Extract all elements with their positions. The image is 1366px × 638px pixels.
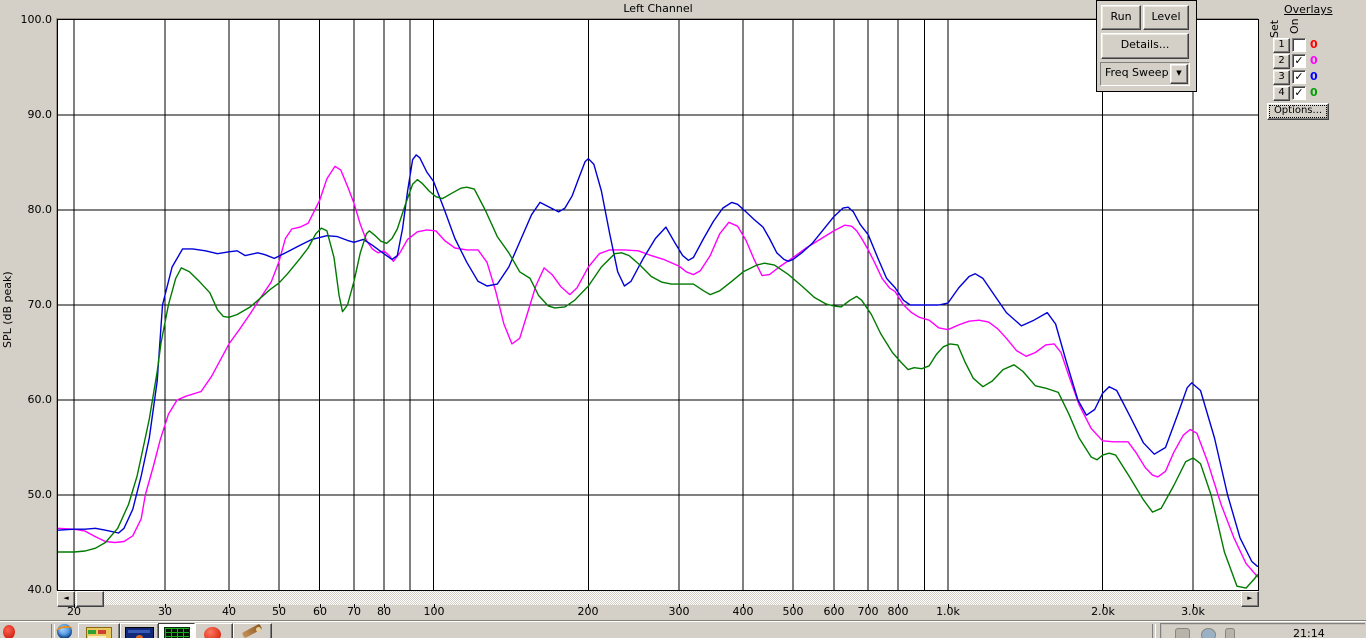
y-tick-label: 60.0 <box>27 393 53 406</box>
overlay-on-checkbox-1[interactable] <box>1292 38 1306 52</box>
red-app-icon[interactable] <box>3 625 15 638</box>
rta-grid-icon <box>164 627 190 638</box>
taskbar: 21:14 <box>0 620 1366 638</box>
overlays-set-column-label: Set <box>1268 19 1281 38</box>
x-tick-label: 700 <box>857 605 879 618</box>
overlay-on-checkbox-4[interactable]: ✓ <box>1292 86 1306 100</box>
overlay-set-button-2[interactable]: 2 <box>1273 54 1290 69</box>
x-tick-label: 3.0k <box>1181 605 1205 618</box>
overlay-value-1: 0 <box>1310 38 1318 51</box>
y-tick-label: 70.0 <box>27 298 53 311</box>
folder-icon <box>86 627 112 638</box>
ie-swoosh <box>55 624 74 637</box>
y-tick-label: 40.0 <box>27 583 53 596</box>
overlay-value-2: 0 <box>1310 54 1318 67</box>
x-tick-label: 400 <box>732 605 754 618</box>
x-tick-label: 80 <box>377 605 391 618</box>
ie-globe-icon[interactable] <box>55 624 74 638</box>
tray-separator <box>1152 624 1156 638</box>
dropdown-arrow-button[interactable]: ▼ <box>1170 64 1188 84</box>
overlay-set-button-4[interactable]: 4 <box>1273 86 1290 101</box>
x-tick-label: 1.0k <box>936 605 960 618</box>
control-panel: Run Level Details... Freq Sweep ▼ <box>1096 0 1197 92</box>
taskbar-button-red[interactable] <box>195 623 233 638</box>
x-tick-label: 60 <box>313 605 327 618</box>
y-tick-label: 90.0 <box>27 108 53 121</box>
x-tick-label: 300 <box>668 605 690 618</box>
sweep-mode-value: Freq Sweep <box>1105 66 1169 79</box>
sweep-mode-dropdown[interactable]: Freq Sweep ▼ <box>1100 62 1190 86</box>
x-tick-label: 200 <box>577 605 599 618</box>
red-circle-icon <box>204 627 221 638</box>
taskbar-clock: 21:14 <box>1293 627 1325 638</box>
plot-canvas <box>58 20 1258 590</box>
overlay-value-3: 0 <box>1310 70 1318 83</box>
overlay-set-button-3[interactable]: 3 <box>1273 70 1290 85</box>
left-arrow-icon: ◄ <box>63 594 69 602</box>
taskbar-button-folder[interactable] <box>78 623 120 638</box>
overlay-on-checkbox-3[interactable]: ✓ <box>1292 70 1306 84</box>
y-tick-label: 50.0 <box>27 488 53 501</box>
window-thumbnail-icon <box>125 627 154 638</box>
taskbar-button-analyzer[interactable] <box>158 623 195 638</box>
right-arrow-icon: ► <box>1247 594 1253 602</box>
y-tick-label: 80.0 <box>27 203 53 216</box>
overlay-set-button-1[interactable]: 1 <box>1273 38 1290 53</box>
overlay-on-checkbox-2[interactable]: ✓ <box>1292 54 1306 68</box>
options-button[interactable]: Options... <box>1267 103 1329 120</box>
system-tray: 21:14 <box>1160 623 1365 638</box>
x-tick-label: 600 <box>823 605 845 618</box>
focus-rectangle <box>1269 105 1327 118</box>
x-tick-label: 500 <box>782 605 804 618</box>
x-tick-label: 40 <box>222 605 236 618</box>
overlay-value-4: 0 <box>1310 86 1318 99</box>
x-tick-label: 100 <box>423 605 445 618</box>
x-tick-label: 30 <box>158 605 172 618</box>
details-button[interactable]: Details... <box>1101 33 1189 59</box>
chart-title: Left Channel <box>623 2 693 15</box>
x-tick-label: 50 <box>272 605 286 618</box>
scroll-right-button[interactable]: ► <box>1241 591 1259 607</box>
horizontal-scrollbar[interactable]: ◄ ► <box>57 591 1259 607</box>
x-tick-label: 800 <box>887 605 909 618</box>
x-tick-label: 70 <box>347 605 361 618</box>
taskbar-button-paint[interactable] <box>233 623 272 638</box>
overlays-on-column-label: On <box>1288 18 1301 34</box>
run-button[interactable]: Run <box>1101 5 1141 30</box>
taskbar-separator <box>51 624 55 638</box>
y-tick-label: 100.0 <box>20 13 53 26</box>
paintbrush-tip <box>256 627 261 632</box>
x-tick-label: 2.0k <box>1091 605 1115 618</box>
x-tick-label: 20 <box>67 605 81 618</box>
taskbar-button-window[interactable] <box>120 623 159 638</box>
spl-frequency-plot <box>57 19 1259 591</box>
level-button[interactable]: Level <box>1143 5 1189 30</box>
